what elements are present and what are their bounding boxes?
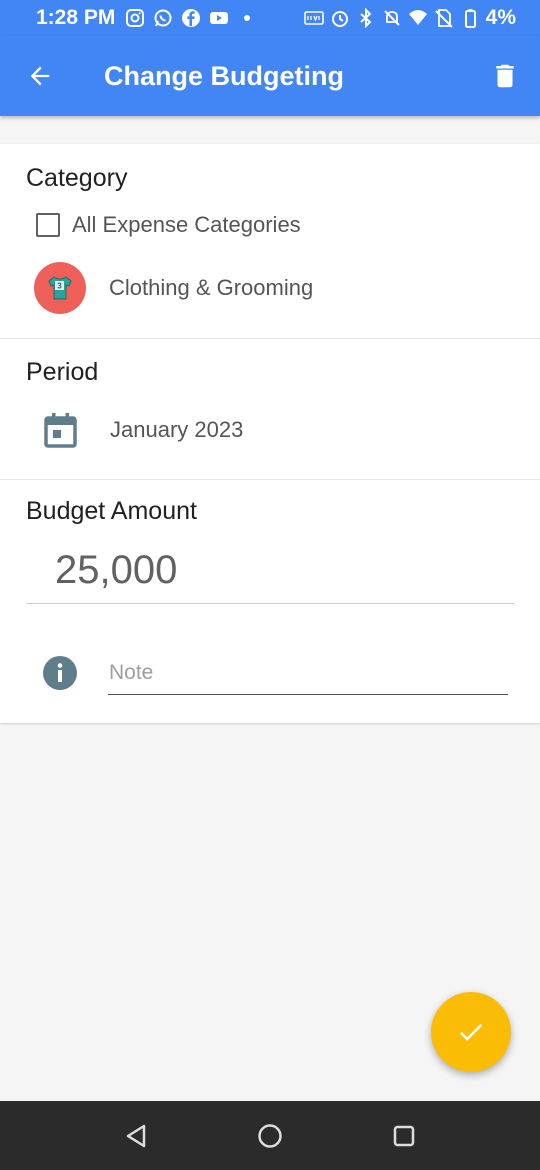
facebook-icon bbox=[181, 8, 201, 28]
category-avatar: 3 bbox=[34, 262, 86, 314]
budget-form: Category All Expense Categories 3 Clothi… bbox=[0, 144, 540, 723]
calendar-icon bbox=[44, 413, 77, 448]
alarm-icon bbox=[330, 8, 350, 28]
nav-home-button[interactable] bbox=[203, 1101, 337, 1170]
mute-icon bbox=[382, 8, 402, 28]
period-title: Period bbox=[26, 358, 99, 386]
battery-icon bbox=[460, 8, 480, 28]
status-time: 1:28 PM bbox=[36, 6, 116, 29]
all-categories-checkbox[interactable] bbox=[36, 213, 60, 237]
info-icon bbox=[43, 656, 77, 690]
arrow-back-icon bbox=[30, 66, 50, 86]
budget-amount-value[interactable]: 25,000 bbox=[55, 548, 177, 593]
delete-button[interactable] bbox=[470, 36, 540, 116]
notification-icons bbox=[125, 8, 257, 28]
home-circle-icon bbox=[258, 1123, 282, 1148]
dot-icon bbox=[237, 8, 257, 28]
whatsapp-icon bbox=[153, 8, 173, 28]
shirt-icon: 3 bbox=[48, 276, 72, 300]
trash-icon bbox=[496, 64, 514, 88]
system-icons: 4% bbox=[303, 6, 516, 30]
check-icon bbox=[460, 1024, 483, 1041]
app-bar: Change Budgeting bbox=[0, 36, 540, 116]
no-sim-icon bbox=[434, 8, 454, 28]
status-bar: 1:28 PM 4% bbox=[0, 0, 540, 36]
wifi-icon bbox=[408, 8, 428, 28]
battery-percent: 4% bbox=[485, 6, 516, 29]
confirm-button[interactable] bbox=[431, 992, 511, 1072]
youtube-icon bbox=[209, 8, 229, 28]
selected-category[interactable]: 3 Clothing & Grooming bbox=[34, 262, 313, 314]
back-triangle-icon bbox=[126, 1124, 146, 1147]
nav-back-button[interactable] bbox=[69, 1101, 203, 1170]
period-selector[interactable]: January 2023 bbox=[44, 412, 243, 448]
instagram-icon bbox=[125, 8, 145, 28]
selected-category-label: Clothing & Grooming bbox=[109, 275, 314, 300]
nav-recents-button[interactable] bbox=[337, 1101, 471, 1170]
recents-square-icon bbox=[393, 1125, 415, 1146]
page-title: Change Budgeting bbox=[104, 60, 344, 91]
system-nav-bar bbox=[0, 1101, 540, 1170]
budget-amount-title: Budget Amount bbox=[26, 497, 197, 525]
note-input[interactable] bbox=[108, 651, 508, 695]
all-categories-checkbox-row[interactable]: All Expense Categories bbox=[36, 212, 301, 238]
svg-text:3: 3 bbox=[57, 282, 62, 291]
back-button[interactable] bbox=[0, 36, 80, 116]
divider bbox=[0, 338, 540, 339]
volte-icon bbox=[303, 8, 324, 28]
divider bbox=[0, 479, 540, 480]
period-value: January 2023 bbox=[110, 417, 244, 442]
note-icon-wrap bbox=[43, 656, 77, 690]
amount-underline bbox=[26, 603, 514, 604]
category-title: Category bbox=[26, 164, 128, 192]
bluetooth-icon bbox=[356, 8, 376, 28]
all-categories-label: All Expense Categories bbox=[72, 212, 301, 237]
